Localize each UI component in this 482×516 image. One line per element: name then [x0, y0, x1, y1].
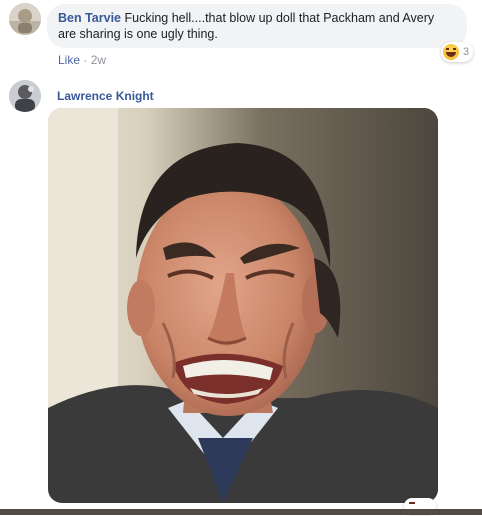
- comment-timestamp[interactable]: 2w: [91, 53, 106, 67]
- like-link[interactable]: Like: [58, 53, 80, 67]
- haha-emoji-icon: [443, 44, 459, 60]
- grimacing-man-image: [48, 108, 438, 503]
- comment-author-line: Lawrence Knight: [57, 89, 154, 103]
- comment-author[interactable]: Ben Tarvie: [58, 11, 121, 25]
- bottom-edge: [0, 509, 482, 515]
- avatar[interactable]: [9, 3, 41, 35]
- gif-attachment[interactable]: [48, 108, 438, 503]
- separator: ·: [80, 53, 91, 67]
- avatar-image: [9, 3, 41, 35]
- comment-actions: Like · 2w: [58, 53, 106, 67]
- comment-bubble: Ben Tarvie Fucking hell....that blow up …: [47, 4, 467, 48]
- reaction-count-badge[interactable]: 3: [441, 42, 474, 62]
- reaction-count: 3: [463, 46, 470, 58]
- avatar[interactable]: [9, 80, 41, 112]
- comment-author[interactable]: Lawrence Knight: [57, 89, 154, 103]
- avatar-image: [9, 80, 41, 112]
